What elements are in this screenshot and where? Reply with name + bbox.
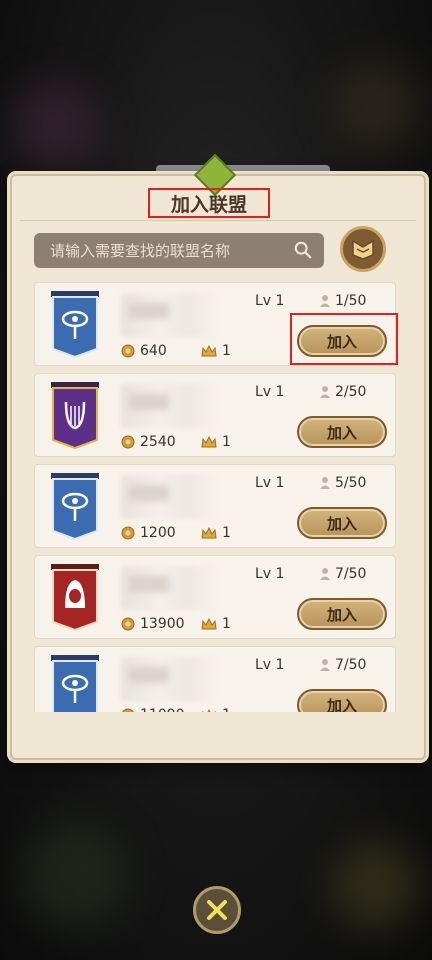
person-icon <box>320 386 330 398</box>
crown-icon <box>201 345 217 357</box>
background-blur <box>330 840 420 930</box>
alliance-name-redacted <box>121 566 217 610</box>
background-blur <box>330 60 420 150</box>
crown-icon <box>202 709 216 712</box>
alliance-list[interactable]: Lv 1 1/50 640 1 加入 Lv 1 2/50 2540 1 加入 L… <box>34 282 396 712</box>
medal-icon <box>121 617 135 631</box>
alliance-score: 640 <box>121 343 167 359</box>
red-hood-banner-icon <box>51 564 99 632</box>
alliance-score: 2540 <box>121 434 176 450</box>
member-count: 1/50 <box>319 293 366 309</box>
person-icon <box>320 477 330 489</box>
blue-eye-banner-icon <box>51 473 99 541</box>
member-count: 7/50 <box>319 657 366 673</box>
search-icon[interactable] <box>294 241 312 259</box>
alliance-crowns: 1 <box>201 616 231 632</box>
alliance-crowns: 1 <box>201 343 231 359</box>
dialog-title: 加入联盟 <box>148 188 270 218</box>
close-button[interactable] <box>193 886 241 934</box>
background-blur <box>10 80 100 170</box>
person-icon <box>320 295 330 307</box>
alliance-name-redacted <box>121 657 217 701</box>
search-input[interactable] <box>34 240 292 261</box>
alliance-level: Lv 1 <box>255 475 285 491</box>
medal-icon <box>122 708 134 712</box>
background-blur <box>20 820 130 930</box>
alliance-crowns: 1 <box>201 434 231 450</box>
person-icon <box>320 568 330 580</box>
crown-text: 1 <box>222 434 231 450</box>
alliance-score: 13900 <box>121 616 185 632</box>
medal-icon <box>121 435 135 449</box>
alliance-emblem-icon <box>352 239 374 260</box>
join-button[interactable]: 加入 <box>297 598 387 630</box>
crown-text: 1 <box>222 707 231 712</box>
join-button[interactable]: 加入 <box>297 689 387 712</box>
alliance-name-redacted <box>121 384 217 428</box>
alliance-name-redacted <box>121 475 217 519</box>
member-count-text: 1/50 <box>335 293 367 309</box>
blue-eye-banner-icon <box>51 655 99 712</box>
score-text: 2540 <box>140 434 176 450</box>
alliance-row: Lv 1 2/50 2540 1 加入 <box>34 373 396 457</box>
alliance-crowns: 1 <box>201 525 231 541</box>
person-icon <box>320 659 330 671</box>
crown-text: 1 <box>222 343 231 359</box>
member-count: 5/50 <box>319 475 366 491</box>
close-icon <box>207 900 227 920</box>
member-count: 7/50 <box>319 566 366 582</box>
purple-lyre-banner-icon <box>51 382 99 450</box>
alliance-level: Lv 1 <box>255 657 285 673</box>
alliance-score: 1200 <box>121 525 176 541</box>
member-count-text: 2/50 <box>335 384 367 400</box>
alliance-score: 11090 <box>121 707 185 712</box>
medal-icon <box>121 526 135 540</box>
crown-icon <box>201 618 217 630</box>
member-count: 2/50 <box>319 384 366 400</box>
alliance-level: Lv 1 <box>255 566 285 582</box>
alliance-level: Lv 1 <box>255 384 285 400</box>
alliance-row: Lv 1 7/50 11090 1 加入 <box>34 646 396 712</box>
alliance-name-redacted <box>121 293 217 337</box>
join-button[interactable]: 加入 <box>297 325 387 357</box>
alliance-level: Lv 1 <box>255 293 285 309</box>
search-bar[interactable] <box>34 233 324 268</box>
blue-eye-banner-icon <box>51 291 99 359</box>
crown-text: 1 <box>222 616 231 632</box>
alliance-row: Lv 1 7/50 13900 1 加入 <box>34 555 396 639</box>
medal-icon <box>121 344 135 358</box>
member-count-text: 5/50 <box>335 475 367 491</box>
crown-text: 1 <box>222 525 231 541</box>
member-count-text: 7/50 <box>335 657 367 673</box>
member-count-text: 7/50 <box>335 566 367 582</box>
score-text: 640 <box>140 343 167 359</box>
score-text: 1200 <box>140 525 176 541</box>
join-button[interactable]: 加入 <box>297 416 387 448</box>
score-text: 13900 <box>140 616 185 632</box>
join-button[interactable]: 加入 <box>297 507 387 539</box>
score-text: 11090 <box>140 707 185 712</box>
alliance-row: Lv 1 5/50 1200 1 加入 <box>34 464 396 548</box>
alliance-row: Lv 1 1/50 640 1 加入 <box>34 282 396 366</box>
alliance-crowns: 1 <box>201 707 231 712</box>
crown-icon <box>201 436 217 448</box>
alliance-emblem-button[interactable] <box>340 226 386 272</box>
crown-icon <box>201 527 217 539</box>
